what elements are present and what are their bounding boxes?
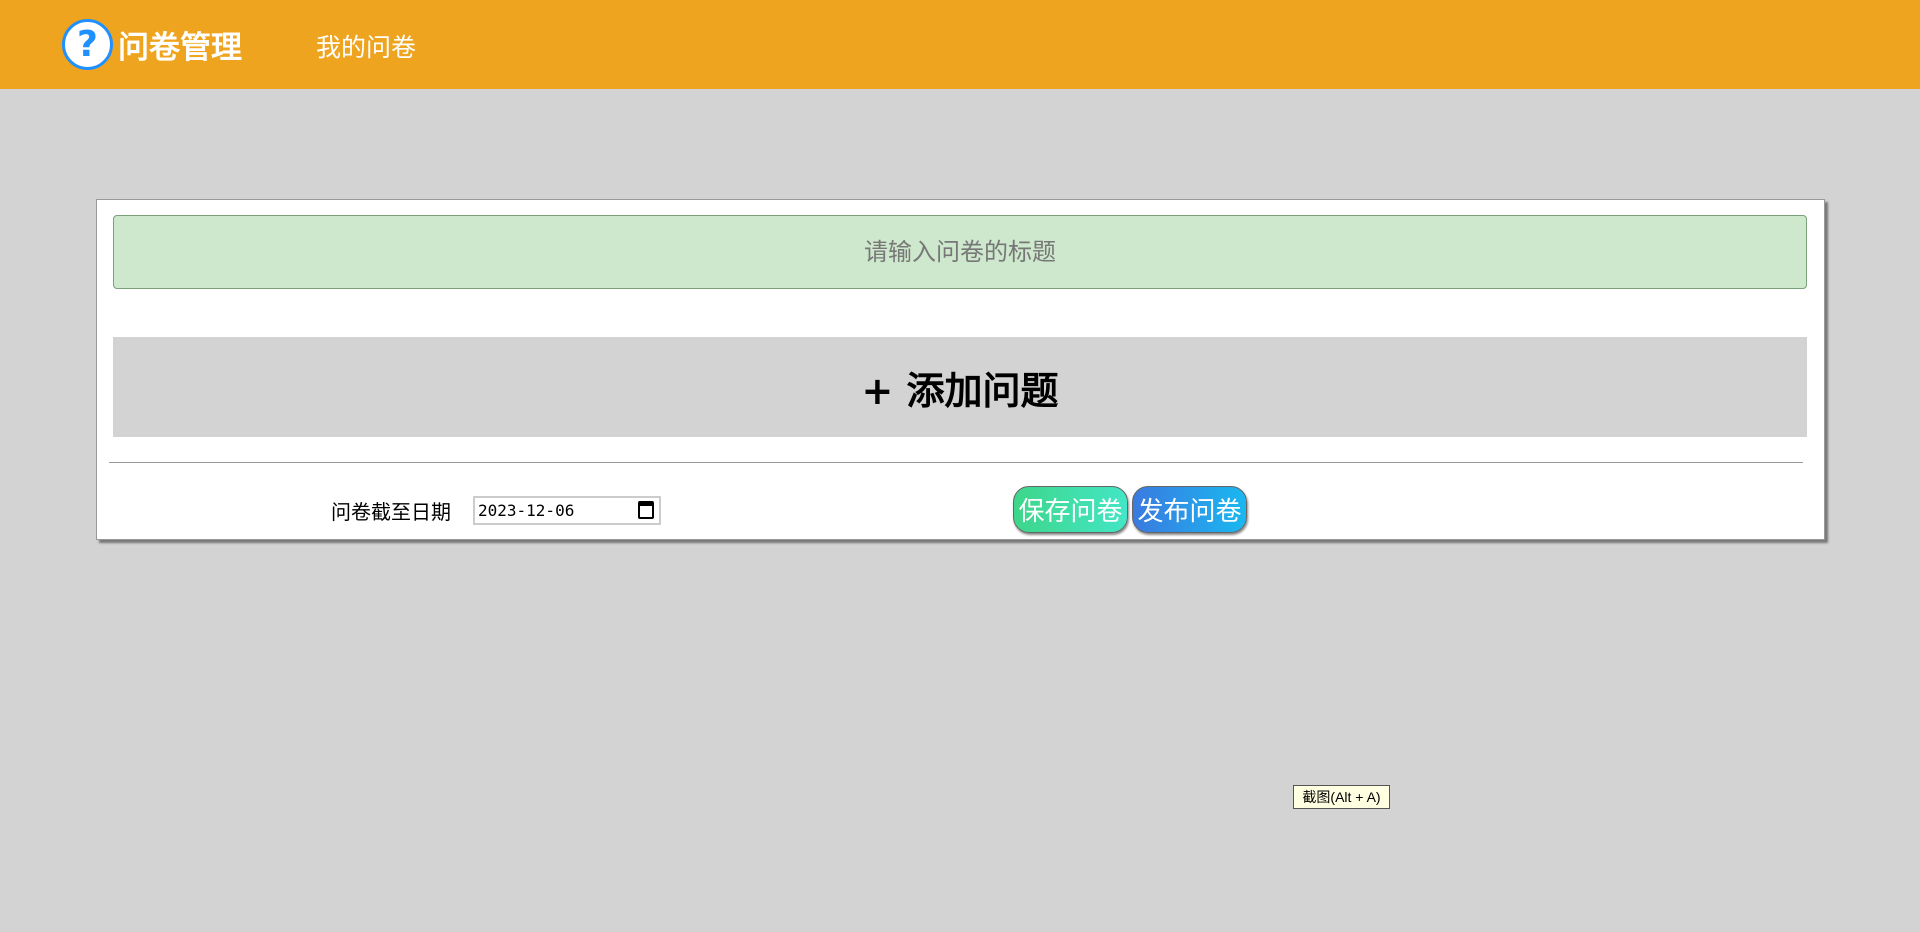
app-logo[interactable]: ? 问卷管理 [62,19,242,70]
logo-glyph: ? [77,23,98,65]
publish-survey-button[interactable]: 发布问卷 [1132,486,1247,533]
deadline-date-value: 2023-12-06 [478,501,575,520]
screenshot-tooltip: 截图(Alt + A) [1293,785,1390,809]
app-title: 问卷管理 [118,30,242,66]
add-question-label: + 添加问题 [861,368,1059,413]
question-mark-icon: ? [62,19,113,70]
survey-editor-card: + 添加问题 问卷截至日期 2023-12-06 保存问卷 发布问卷 [96,199,1825,540]
add-question-button[interactable]: + 添加问题 [113,337,1807,437]
calendar-icon[interactable] [638,501,654,519]
divider [109,462,1803,463]
deadline-label: 问卷截至日期 [331,500,451,524]
save-survey-button[interactable]: 保存问卷 [1013,486,1128,533]
nav-my-surveys-link[interactable]: 我的问卷 [316,28,416,64]
deadline-date-input[interactable]: 2023-12-06 [473,496,661,525]
survey-title-input[interactable] [113,215,1807,289]
top-navigation-bar: ? 问卷管理 我的问卷 [0,0,1920,89]
